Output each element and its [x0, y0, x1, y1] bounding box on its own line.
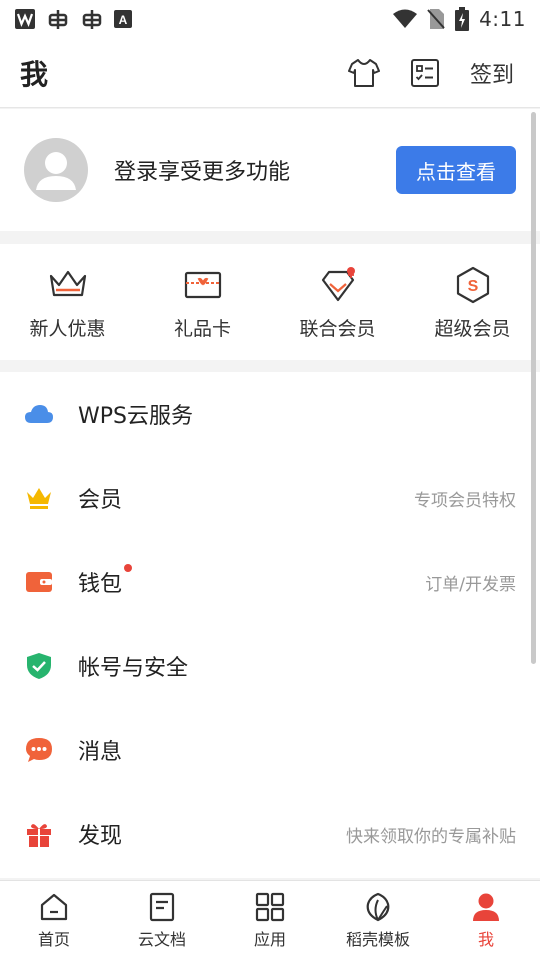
menu-item-label: 消息 [78, 740, 123, 765]
quick-item-super-member[interactable]: S 超级会员 [405, 244, 540, 360]
status-left-icons: A [14, 7, 132, 31]
bottom-nav: 首页 云文档 应用 稻壳模板 我 [0, 880, 540, 960]
menu-item-hint: 专项会员特权 [414, 490, 516, 511]
wps-logo-icon [15, 9, 35, 29]
shirt-icon[interactable] [347, 58, 380, 88]
person-icon [473, 893, 499, 921]
scrollbar[interactable] [531, 112, 536, 664]
crown-icon [24, 483, 54, 513]
default-avatar-icon [36, 152, 76, 190]
login-prompt: 登录享受更多功能 [114, 160, 291, 185]
tab-label: 稻壳模板 [345, 929, 410, 949]
status-right: 4:11 [393, 7, 526, 31]
menu-item-messages[interactable]: 消息 [0, 708, 540, 792]
menu-item-hint: 订单/开发票 [425, 574, 516, 595]
header-actions: 签到 [347, 57, 520, 89]
apps-grid-icon [255, 892, 285, 921]
a-badge-icon: A [114, 10, 132, 28]
tab-label: 首页 [37, 929, 70, 949]
signin-button[interactable]: 签到 [470, 57, 520, 89]
home-icon [40, 893, 68, 920]
status-bar: A 4:11 [0, 0, 540, 38]
menu-item-label: 帐号与安全 [78, 656, 189, 681]
quick-item-label: 新人优惠 [29, 318, 106, 340]
app-header: 我 签到 [0, 38, 540, 108]
svg-text:A: A [119, 13, 128, 27]
page-title: 我 [20, 57, 49, 91]
battery-charging-icon [455, 7, 470, 31]
checklist-icon[interactable] [410, 58, 440, 88]
tab-me[interactable]: 我 [432, 881, 540, 960]
menu-item-account-security[interactable]: 帐号与安全 [0, 624, 540, 708]
menu-item-wallet[interactable]: 钱包 订单/开发票 [0, 540, 540, 624]
tab-templates[interactable]: 稻壳模板 [324, 881, 432, 960]
crown-outline-icon [48, 266, 88, 304]
bug-icon [82, 10, 102, 29]
wallet-icon [24, 567, 54, 597]
quick-item-label: 礼品卡 [173, 318, 231, 340]
menu-list: WPS云服务 会员 专项会员特权 钱包 订单/开发票 帐号与安全 消息 发现 快… [0, 372, 540, 878]
menu-item-label: 会员 [78, 488, 123, 513]
tab-apps[interactable]: 应用 [216, 881, 324, 960]
quick-item-new-user-offer[interactable]: 新人优惠 [0, 244, 135, 360]
cloud-icon [24, 399, 54, 429]
leaf-icon [366, 892, 390, 921]
menu-item-discover[interactable]: 发现 快来领取你的专属补贴 [0, 792, 540, 876]
menu-item-hint: 快来领取你的专属补贴 [346, 826, 516, 847]
menu-item-label: 发现 [78, 824, 123, 849]
menu-item-label: WPS云服务 [78, 404, 193, 429]
gift-icon [24, 819, 54, 849]
gift-card-icon [183, 266, 223, 304]
tab-label: 云文档 [137, 929, 186, 949]
wifi-icon [393, 9, 418, 28]
profile-card[interactable]: 登录享受更多功能 点击查看 [0, 109, 540, 231]
tab-label: 应用 [253, 929, 286, 949]
message-icon [24, 735, 54, 765]
view-button[interactable]: 点击查看 [396, 146, 516, 194]
shield-icon [24, 651, 54, 681]
diamond-plus-icon [318, 266, 358, 304]
quick-links: 新人优惠 礼品卡 联合会员 S 超级会员 [0, 244, 540, 360]
super-member-icon: S [453, 266, 493, 304]
quick-item-label: 超级会员 [434, 318, 511, 340]
avatar[interactable] [24, 138, 88, 202]
menu-item-wps-cloud[interactable]: WPS云服务 [0, 372, 540, 456]
tab-home[interactable]: 首页 [0, 881, 108, 960]
wallet-label-text: 钱包 [78, 572, 123, 597]
notification-dot [124, 564, 133, 572]
document-icon [149, 892, 175, 921]
quick-item-joint-member[interactable]: 联合会员 [270, 244, 405, 360]
svg-text:S: S [467, 278, 478, 295]
quick-item-gift-card[interactable]: 礼品卡 [135, 244, 270, 360]
menu-item-label: 钱包 [78, 564, 133, 598]
status-time: 4:11 [479, 7, 526, 31]
tab-cloud-docs[interactable]: 云文档 [108, 881, 216, 960]
bug-icon [48, 10, 68, 29]
no-sim-icon [427, 9, 445, 29]
tab-label: 我 [477, 929, 494, 949]
menu-item-member[interactable]: 会员 专项会员特权 [0, 456, 540, 540]
quick-item-label: 联合会员 [299, 318, 376, 340]
